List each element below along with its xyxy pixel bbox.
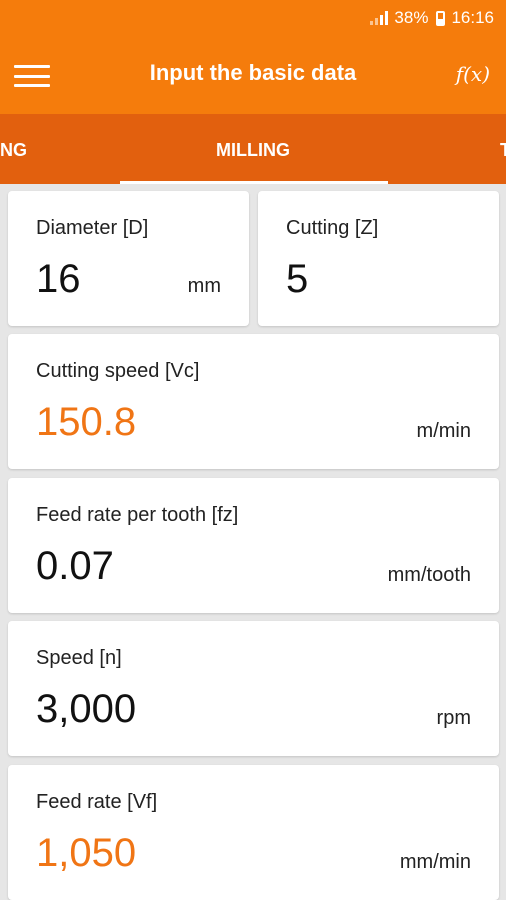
cutting-field[interactable]: Cutting [Z] 5 bbox=[258, 191, 499, 326]
app-bar: Input the basic data f(x) bbox=[0, 36, 506, 114]
cutting-speed-label: Cutting speed [Vc] bbox=[36, 360, 200, 382]
tab-bar: NG MILLING T bbox=[0, 114, 506, 184]
speed-field[interactable]: Speed [n] 3,000 rpm bbox=[8, 621, 499, 756]
speed-unit: rpm bbox=[436, 707, 471, 729]
battery-percent: 38% bbox=[394, 8, 429, 27]
diameter-field[interactable]: Diameter [D] 16 mm bbox=[8, 191, 249, 326]
cutting-value[interactable]: 5 bbox=[286, 257, 308, 302]
formula-button[interactable]: f(x) bbox=[456, 62, 490, 86]
tab-indicator bbox=[120, 181, 388, 184]
feed-rate-value[interactable]: 1,050 bbox=[36, 831, 136, 876]
cutting-speed-field[interactable]: Cutting speed [Vc] 150.8 m/min bbox=[8, 334, 499, 469]
speed-label: Speed [n] bbox=[36, 647, 122, 669]
tab-next[interactable]: T bbox=[500, 140, 506, 161]
feed-per-tooth-field[interactable]: Feed rate per tooth [fz] 0.07 mm/tooth bbox=[8, 478, 499, 613]
diameter-label: Diameter [D] bbox=[36, 217, 149, 239]
feed-rate-label: Feed rate [Vf] bbox=[36, 791, 158, 813]
clock: 16:16 bbox=[451, 8, 494, 27]
feed-per-tooth-label: Feed rate per tooth [fz] bbox=[36, 504, 239, 526]
page-title: Input the basic data bbox=[149, 60, 357, 85]
cutting-label: Cutting [Z] bbox=[286, 217, 379, 239]
feed-rate-unit: mm/min bbox=[399, 851, 471, 873]
feed-per-tooth-value[interactable]: 0.07 bbox=[36, 544, 114, 589]
tab-milling[interactable]: MILLING bbox=[0, 140, 506, 161]
diameter-unit: mm bbox=[187, 275, 221, 297]
cutting-speed-unit: m/min bbox=[416, 420, 471, 442]
speed-value[interactable]: 3,000 bbox=[36, 687, 136, 732]
status-bar: 38% 16:16 bbox=[0, 0, 506, 36]
cutting-speed-value[interactable]: 150.8 bbox=[36, 400, 136, 445]
feed-per-tooth-unit: mm/tooth bbox=[387, 564, 471, 586]
signal-icon bbox=[370, 11, 389, 25]
diameter-value[interactable]: 16 bbox=[36, 257, 81, 302]
battery-icon bbox=[436, 10, 446, 26]
feed-rate-field[interactable]: Feed rate [Vf] 1,050 mm/min bbox=[8, 765, 499, 900]
